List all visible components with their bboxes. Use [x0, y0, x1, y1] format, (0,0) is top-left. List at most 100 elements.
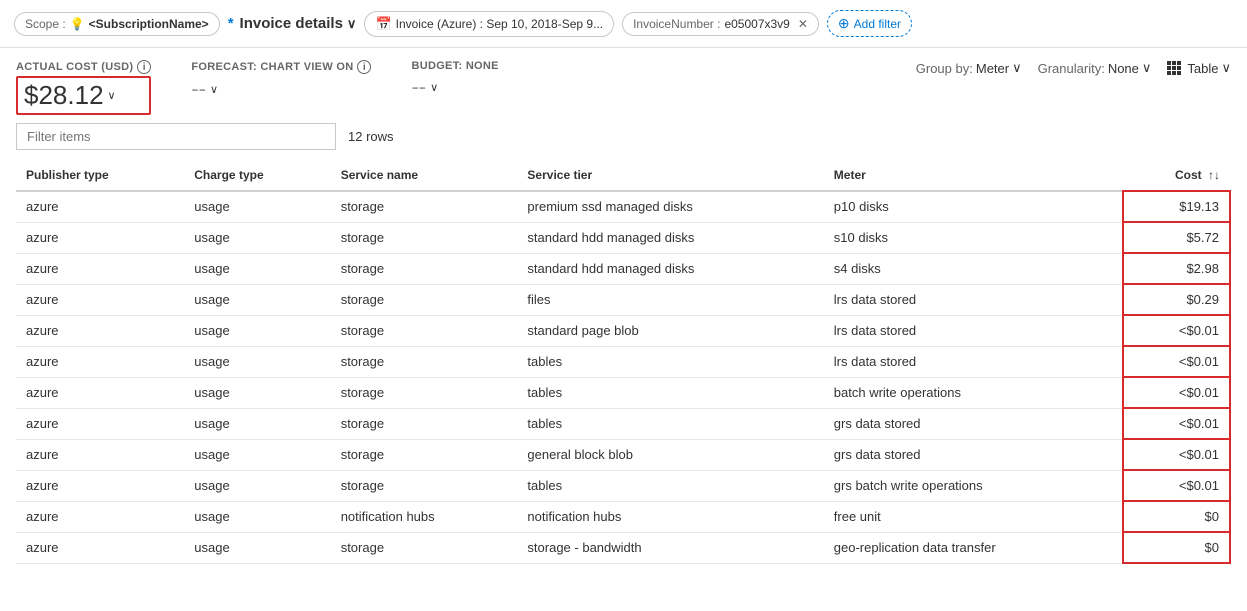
budget-label: BUDGET: NONE: [411, 60, 498, 72]
cell-publisher-type: azure: [16, 191, 184, 222]
forecast-value[interactable]: -- ∨: [191, 76, 371, 102]
cell-publisher-type: azure: [16, 470, 184, 501]
table-row: azure usage storage tables lrs data stor…: [16, 346, 1230, 377]
cell-service-name: storage: [331, 315, 518, 346]
table-area: 12 rows Publisher type Charge type Servi…: [0, 123, 1247, 564]
table-body: azure usage storage premium ssd managed …: [16, 191, 1230, 563]
cell-service-name: storage: [331, 253, 518, 284]
cell-service-name: storage: [331, 346, 518, 377]
cell-service-tier: standard hdd managed disks: [517, 253, 823, 284]
col-cost[interactable]: Cost ↑↓: [1123, 160, 1230, 191]
col-service-tier: Service tier: [517, 160, 823, 191]
cell-publisher-type: azure: [16, 346, 184, 377]
table-row: azure usage storage storage - bandwidth …: [16, 532, 1230, 563]
cell-publisher-type: azure: [16, 253, 184, 284]
invoice-number-value: e05007x3v9: [724, 17, 789, 31]
col-publisher-type: Publisher type: [16, 160, 184, 191]
cell-cost: <$0.01: [1123, 470, 1230, 501]
cell-service-tier: standard page blob: [517, 315, 823, 346]
cell-meter: s10 disks: [824, 222, 1124, 253]
table-row: azure usage storage standard page blob l…: [16, 315, 1230, 346]
table-row: azure usage storage standard hdd managed…: [16, 222, 1230, 253]
scope-icon: 💡: [70, 17, 85, 31]
asterisk: *: [228, 15, 234, 32]
actual-cost-item: ACTUAL COST (USD) i $28.12 ∨: [16, 60, 151, 115]
cell-meter: grs batch write operations: [824, 470, 1124, 501]
rows-count: 12 rows: [348, 129, 394, 144]
filter-input[interactable]: [16, 123, 336, 150]
cell-meter: grs data stored: [824, 439, 1124, 470]
cell-cost: $2.98: [1123, 253, 1230, 284]
top-bar: Scope : 💡 <SubscriptionName> * Invoice d…: [0, 0, 1247, 48]
cell-charge-type: usage: [184, 408, 330, 439]
granularity-control[interactable]: Granularity: None ∨: [1038, 60, 1152, 76]
cell-service-tier: tables: [517, 377, 823, 408]
cell-charge-type: usage: [184, 501, 330, 532]
filter-row: 12 rows: [16, 123, 1231, 150]
cell-service-name: storage: [331, 408, 518, 439]
close-icon[interactable]: ✕: [798, 17, 808, 31]
invoice-filter-pill[interactable]: 📅 Invoice (Azure) : Sep 10, 2018-Sep 9..…: [364, 11, 614, 37]
budget-value[interactable]: -- ∨: [411, 74, 498, 100]
cell-service-tier: tables: [517, 346, 823, 377]
cell-meter: grs data stored: [824, 408, 1124, 439]
invoice-number-pill[interactable]: InvoiceNumber : e05007x3v9 ✕: [622, 12, 819, 36]
cell-meter: s4 disks: [824, 253, 1124, 284]
cell-service-name: storage: [331, 222, 518, 253]
table-header-row: Publisher type Charge type Service name …: [16, 160, 1230, 191]
cell-charge-type: usage: [184, 315, 330, 346]
add-filter-label: Add filter: [854, 17, 901, 31]
group-by-value: Meter: [976, 61, 1009, 76]
actual-cost-chevron-icon[interactable]: ∨: [108, 89, 116, 102]
group-by-control[interactable]: Group by: Meter ∨: [916, 60, 1022, 76]
granularity-value: None: [1108, 61, 1139, 76]
cell-charge-type: usage: [184, 532, 330, 563]
cell-publisher-type: azure: [16, 501, 184, 532]
forecast-item: FORECAST: CHART VIEW ON i -- ∨: [191, 60, 371, 102]
cell-service-tier: premium ssd managed disks: [517, 191, 823, 222]
granularity-chevron-icon: ∨: [1142, 60, 1152, 76]
scope-value: <SubscriptionName>: [89, 17, 209, 31]
col-charge-type: Charge type: [184, 160, 330, 191]
table-row: azure usage storage tables batch write o…: [16, 377, 1230, 408]
add-filter-button[interactable]: ⊕ Add filter: [827, 10, 912, 37]
cell-cost: $5.72: [1123, 222, 1230, 253]
actual-cost-info-icon[interactable]: i: [137, 60, 151, 74]
cell-publisher-type: azure: [16, 315, 184, 346]
cell-cost: $0: [1123, 501, 1230, 532]
forecast-chevron-icon[interactable]: ∨: [210, 83, 218, 96]
cell-cost: <$0.01: [1123, 377, 1230, 408]
cell-service-name: storage: [331, 532, 518, 563]
cell-service-name: notification hubs: [331, 501, 518, 532]
invoice-number-label: InvoiceNumber :: [633, 17, 720, 31]
group-by-chevron-icon: ∨: [1012, 60, 1022, 76]
cell-meter: lrs data stored: [824, 346, 1124, 377]
table-row: azure usage storage tables grs data stor…: [16, 408, 1230, 439]
cell-service-name: storage: [331, 284, 518, 315]
cell-charge-type: usage: [184, 439, 330, 470]
invoice-filter-value: Invoice (Azure) : Sep 10, 2018-Sep 9...: [396, 17, 603, 31]
sort-icon: ↑↓: [1208, 168, 1220, 182]
cell-cost: $0.29: [1123, 284, 1230, 315]
table-row: azure usage storage general block blob g…: [16, 439, 1230, 470]
view-control[interactable]: Table ∨: [1167, 60, 1231, 76]
scope-pill[interactable]: Scope : 💡 <SubscriptionName>: [14, 12, 220, 36]
forecast-info-icon[interactable]: i: [357, 60, 371, 74]
table-row: azure usage storage files lrs data store…: [16, 284, 1230, 315]
budget-chevron-icon[interactable]: ∨: [430, 81, 438, 94]
group-by-label: Group by:: [916, 61, 973, 76]
actual-cost-value[interactable]: $28.12 ∨: [16, 76, 151, 115]
forecast-label: FORECAST: CHART VIEW ON i: [191, 60, 371, 74]
summary-row: ACTUAL COST (USD) i $28.12 ∨ FORECAST: C…: [0, 48, 1247, 123]
cell-meter: lrs data stored: [824, 284, 1124, 315]
granularity-label: Granularity:: [1038, 61, 1105, 76]
cell-service-name: storage: [331, 191, 518, 222]
cell-meter: batch write operations: [824, 377, 1124, 408]
cell-charge-type: usage: [184, 222, 330, 253]
page-title-pill[interactable]: * Invoice details ∨: [228, 15, 357, 32]
cell-meter: free unit: [824, 501, 1124, 532]
cell-service-name: storage: [331, 439, 518, 470]
view-chevron-icon: ∨: [1221, 60, 1231, 76]
cell-service-tier: storage - bandwidth: [517, 532, 823, 563]
cell-charge-type: usage: [184, 377, 330, 408]
